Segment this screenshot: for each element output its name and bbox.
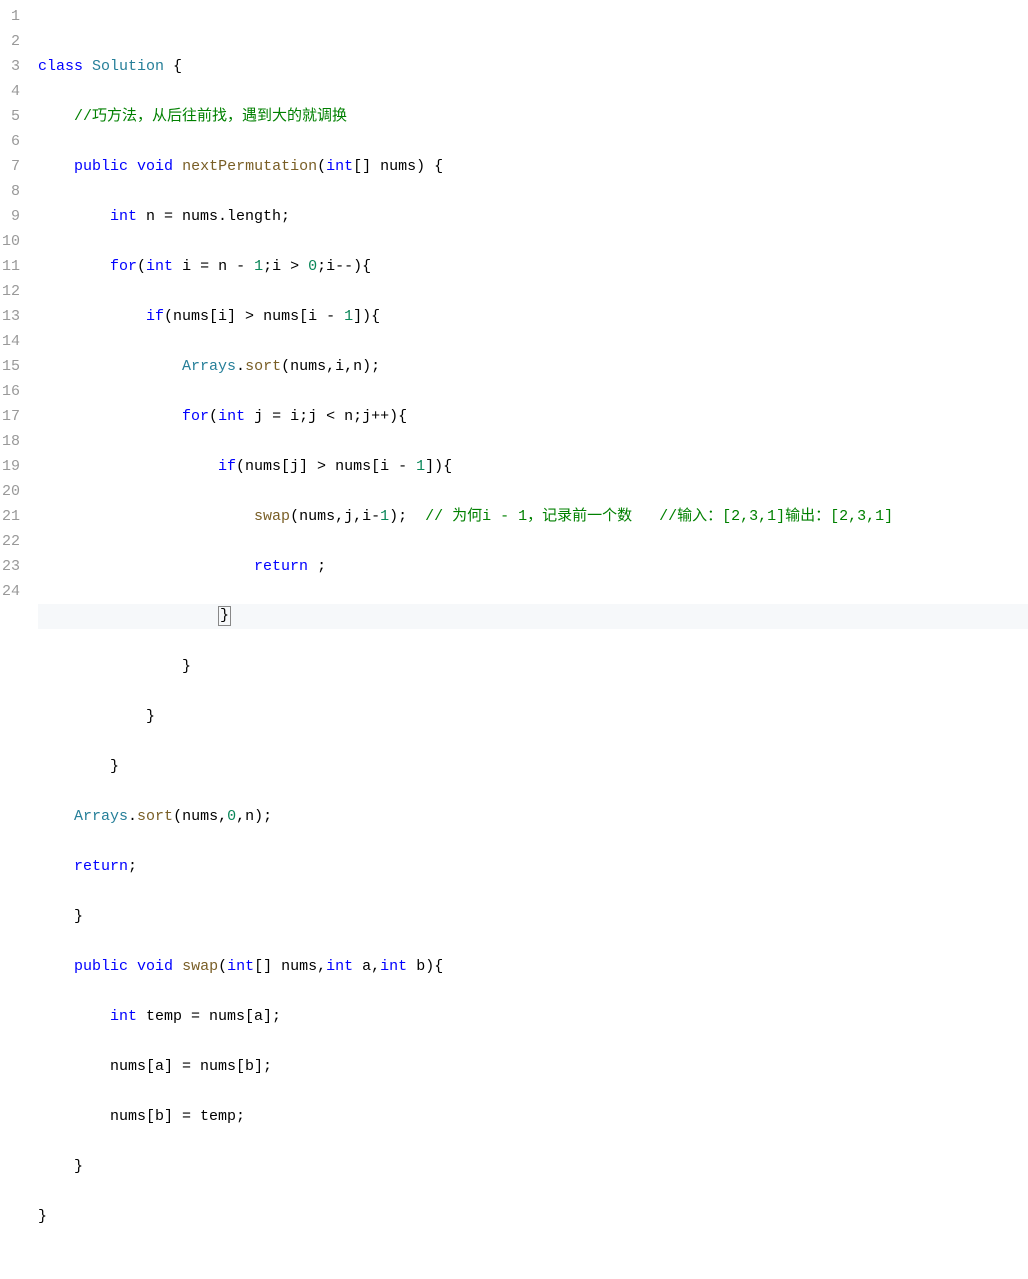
- code-line[interactable]: for(int i = n - 1;i > 0;i--){: [38, 254, 1028, 279]
- line-number: 16: [0, 379, 20, 404]
- code-line[interactable]: return;: [38, 854, 1028, 879]
- code-editor[interactable]: class Solution { //巧方法，从后往前找，遇到大的就调换 pub…: [28, 0, 1028, 1279]
- code-line[interactable]: }: [38, 1154, 1028, 1179]
- line-number: 23: [0, 554, 20, 579]
- line-number: 13: [0, 304, 20, 329]
- code-line[interactable]: swap(nums,j,i-1); // 为何i - 1，记录前一个数 //输入…: [38, 504, 1028, 529]
- code-line[interactable]: class Solution {: [38, 54, 1028, 79]
- code-line[interactable]: public void nextPermutation(int[] nums) …: [38, 154, 1028, 179]
- code-line[interactable]: int temp = nums[a];: [38, 1004, 1028, 1029]
- code-line[interactable]: int n = nums.length;: [38, 204, 1028, 229]
- line-number: 21: [0, 504, 20, 529]
- code-line[interactable]: }: [38, 754, 1028, 779]
- line-number: 12: [0, 279, 20, 304]
- line-number: 14: [0, 329, 20, 354]
- code-line[interactable]: }: [38, 654, 1028, 679]
- code-line[interactable]: if(nums[i] > nums[i - 1]){: [38, 304, 1028, 329]
- line-number: 17: [0, 404, 20, 429]
- line-number: 6: [0, 129, 20, 154]
- line-number: 8: [0, 179, 20, 204]
- line-number: 24: [0, 579, 20, 604]
- line-number: 9: [0, 204, 20, 229]
- line-number: 1: [0, 4, 20, 29]
- code-line[interactable]: }: [38, 904, 1028, 929]
- code-line[interactable]: nums[b] = temp;: [38, 1104, 1028, 1129]
- code-line[interactable]: }: [38, 1204, 1028, 1229]
- code-line[interactable]: Arrays.sort(nums,i,n);: [38, 354, 1028, 379]
- code-line-current[interactable]: }: [38, 604, 1028, 629]
- line-number: 5: [0, 104, 20, 129]
- code-line[interactable]: Arrays.sort(nums,0,n);: [38, 804, 1028, 829]
- code-line[interactable]: public void swap(int[] nums,int a,int b)…: [38, 954, 1028, 979]
- line-number: 19: [0, 454, 20, 479]
- line-number: 3: [0, 54, 20, 79]
- line-number: 18: [0, 429, 20, 454]
- cursor: }: [218, 606, 231, 626]
- line-number: 4: [0, 79, 20, 104]
- code-line[interactable]: for(int j = i;j < n;j++){: [38, 404, 1028, 429]
- line-number: 15: [0, 354, 20, 379]
- line-number-gutter: 1 2 3 4 5 6 7 8 9 10 11 12 13 14 15 16 1…: [0, 0, 28, 1279]
- code-line[interactable]: }: [38, 704, 1028, 729]
- line-number: 22: [0, 529, 20, 554]
- line-number: 11: [0, 254, 20, 279]
- code-line[interactable]: if(nums[j] > nums[i - 1]){: [38, 454, 1028, 479]
- code-line[interactable]: //巧方法，从后往前找，遇到大的就调换: [38, 104, 1028, 129]
- line-number: 10: [0, 229, 20, 254]
- code-line[interactable]: nums[a] = nums[b];: [38, 1054, 1028, 1079]
- line-number: 7: [0, 154, 20, 179]
- line-number: 20: [0, 479, 20, 504]
- code-line[interactable]: return ;: [38, 554, 1028, 579]
- line-number: 2: [0, 29, 20, 54]
